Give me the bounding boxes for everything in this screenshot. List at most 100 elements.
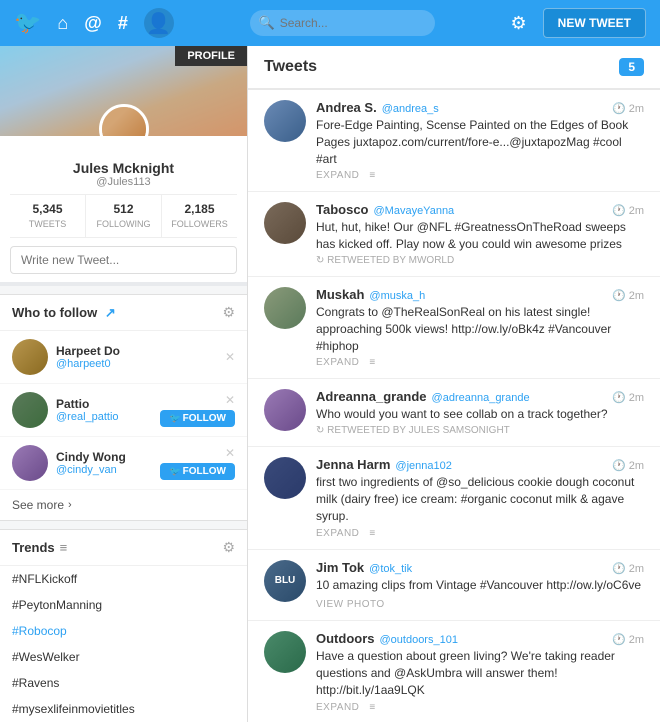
follow-handle: @cindy_van [56, 464, 152, 476]
trend-item[interactable]: #Ravens [0, 670, 247, 696]
dismiss-icon[interactable]: ✕ [225, 393, 235, 407]
followers-label: FOLLOWERS [171, 219, 228, 229]
profile-icon[interactable]: 👤 [144, 8, 174, 38]
avatar [264, 202, 306, 244]
more-icon: ≡ [369, 702, 375, 713]
tweets-title: Tweets [264, 58, 317, 76]
follow-info: Cindy Wong @cindy_van [56, 450, 152, 476]
tweet-text: Have a question about green living? We'r… [316, 648, 644, 698]
search-icon: 🔍 [259, 15, 275, 31]
trends-section: Trends ≡ ⚙ #NFLKickoff #PeytonManning #R… [0, 529, 247, 722]
expand-action[interactable]: EXPAND [316, 170, 359, 181]
tweet-text: Hut, hut, hike! Our @NFL #GreatnessOnThe… [316, 219, 644, 253]
tweet-time: 🕐 2m [612, 633, 644, 646]
tweet-time: 🕐 2m [612, 204, 644, 217]
more-icon: ≡ [369, 528, 375, 539]
tweet-item[interactable]: Adreanna_grande@adreanna_grande 🕐 2m Who… [248, 379, 660, 447]
follow-button[interactable]: 🐦 FOLLOW [160, 410, 235, 427]
tweet-body: Muskah@muska_h 🕐 2m Congrats to @TheReal… [316, 287, 644, 368]
retweet-info: ↻ RETWEETED BY MWORLD [316, 255, 644, 266]
avatar [264, 631, 306, 673]
tweet-time: 🕐 2m [612, 562, 644, 575]
expand-action[interactable]: EXPAND [316, 702, 359, 713]
trends-gear-icon[interactable]: ⚙ [222, 539, 235, 556]
tweet-handle: @muska_h [369, 290, 425, 302]
dismiss-icon[interactable]: ✕ [225, 446, 235, 460]
tweet-item[interactable]: Jenna Harm @jenna102 🕐 2m first two ingre… [248, 447, 660, 549]
tweet-body: Jenna Harm @jenna102 🕐 2m first two ingre… [316, 457, 644, 538]
tweet-name: Jenna Harm [316, 457, 390, 472]
profile-handle: @Jules113 [10, 176, 237, 188]
who-to-follow-section: Who to follow ↗ ⚙ Harpeet Do @harpeet0 ✕ [0, 294, 247, 521]
profile-info: Jules Mcknight @Jules113 5,345 TWEETS 51… [0, 136, 247, 238]
tweets-badge: 5 [619, 58, 644, 76]
left-sidebar: PROFILE Jules Mcknight @Jules113 5,345 T… [0, 46, 248, 722]
tweet-name: Muskah [316, 287, 364, 302]
trend-item-active[interactable]: #Robocop [0, 618, 247, 644]
tweet-item[interactable]: Muskah@muska_h 🕐 2m Congrats to @TheReal… [248, 277, 660, 379]
follow-arrow-icon: ↗ [105, 305, 116, 320]
tweet-item[interactable]: Andrea S.@andrea_s 🕐 2m Fore-Edge Painti… [248, 90, 660, 192]
trend-item[interactable]: #NFLKickoff [0, 566, 247, 592]
tweet-time: 🕐 2m [612, 459, 644, 472]
profile-stats: 5,345 TWEETS 512 FOLLOWING 2,185 FOLLOWE… [10, 194, 237, 238]
trends-header: Trends ≡ ⚙ [0, 530, 247, 566]
mentions-icon[interactable]: @ [84, 13, 102, 34]
chevron-right-icon: › [68, 499, 72, 511]
expand-action[interactable]: EXPAND [316, 357, 359, 368]
followers-stat[interactable]: 2,185 FOLLOWERS [162, 195, 237, 237]
avatar [12, 339, 48, 375]
expand-action[interactable]: EXPAND [316, 528, 359, 539]
main-content: Tweets 5 Andrea S.@andrea_s 🕐 2m Fore-Ed… [248, 46, 660, 722]
twitter-mini-icon: 🐦 [169, 466, 180, 477]
follow-item: Pattio @real_pattio ✕ 🐦 FOLLOW [0, 384, 247, 437]
tweet-time: 🕐 2m [612, 102, 644, 115]
avatar [264, 457, 306, 499]
followers-count: 2,185 [166, 202, 233, 216]
tweet-handle: @MavayeYanna [374, 205, 455, 217]
tweet-body: Jim Tok@tok_tik 🕐 2m 10 amazing clips fr… [316, 560, 644, 611]
view-photo-action[interactable]: VIEW PHOTO [316, 599, 385, 610]
tweet-item[interactable]: Tabosco@MavayeYanna 🕐 2m Hut, hut, hike!… [248, 192, 660, 277]
retweet-info: ↻ RETWEETED BY JULES SAMSONIGHT [316, 425, 644, 436]
tweet-item[interactable]: Outdoors@outdoors_101 🕐 2m Have a questi… [248, 621, 660, 722]
tweet-handle: @andrea_s [382, 103, 439, 115]
tweet-text: Who would you want to see collab on a tr… [316, 406, 644, 423]
tweet-handle: @jenna102 [395, 460, 451, 472]
see-more-link[interactable]: See more › [0, 490, 247, 520]
tweet-body: Tabosco@MavayeYanna 🕐 2m Hut, hut, hike!… [316, 202, 644, 266]
trend-item[interactable]: #PeytonManning [0, 592, 247, 618]
tweet-name: Jim Tok [316, 560, 364, 575]
follow-name: Pattio [56, 397, 152, 411]
follow-button[interactable]: 🐦 FOLLOW [160, 463, 235, 480]
tweet-body: Andrea S.@andrea_s 🕐 2m Fore-Edge Painti… [316, 100, 644, 181]
write-tweet-area [0, 238, 247, 286]
who-to-follow-title: Who to follow ↗ [12, 305, 116, 321]
who-to-follow-gear-icon[interactable]: ⚙ [222, 304, 235, 321]
follow-name: Cindy Wong [56, 450, 152, 464]
more-icon: ≡ [369, 170, 375, 181]
write-tweet-input[interactable] [10, 246, 237, 274]
following-stat[interactable]: 512 FOLLOWING [86, 195, 162, 237]
tweet-text: first two ingredients of @so_delicious c… [316, 474, 644, 524]
trend-item[interactable]: #mysexlifeinmovietitles [0, 696, 247, 722]
dismiss-icon[interactable]: ✕ [225, 351, 235, 363]
search-input[interactable] [250, 10, 435, 36]
gear-icon[interactable]: ⚙ [511, 13, 527, 34]
home-icon[interactable]: ⌂ [57, 13, 68, 34]
tweets-label: TWEETS [29, 219, 67, 229]
avatar [264, 389, 306, 431]
trends-title: Trends ≡ [12, 540, 67, 555]
follow-info: Pattio @real_pattio [56, 397, 152, 423]
trends-list-icon: ≡ [60, 540, 68, 555]
twitter-bird-icon[interactable]: 🐦 [14, 10, 41, 36]
hashtag-icon[interactable]: # [118, 13, 128, 34]
following-count: 512 [90, 202, 157, 216]
tweets-stat[interactable]: 5,345 TWEETS [10, 195, 86, 237]
tweet-item[interactable]: BLU Jim Tok@tok_tik 🕐 2m 10 amazing clip… [248, 550, 660, 622]
more-icon: ≡ [369, 357, 375, 368]
follow-info: Harpeet Do @harpeet0 [56, 344, 217, 370]
tweet-name: Andrea S. [316, 100, 377, 115]
trend-item[interactable]: #WesWelker [0, 644, 247, 670]
new-tweet-button[interactable]: NEW TWEET [543, 8, 646, 38]
